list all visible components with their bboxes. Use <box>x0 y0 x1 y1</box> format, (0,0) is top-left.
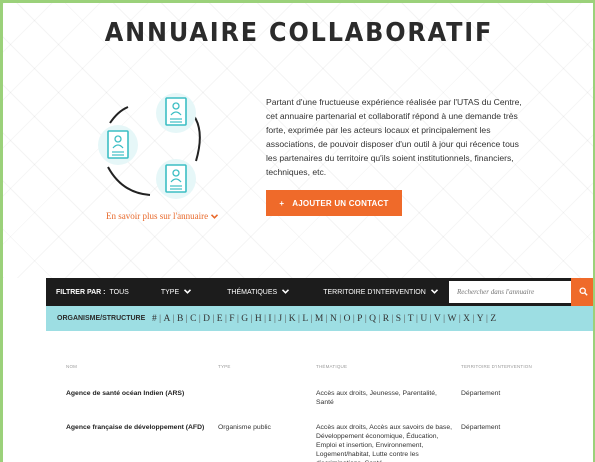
row-territoire: Département <box>461 390 501 397</box>
page: ANNUAIRE COLLABORATIF En savoir plus sur… <box>0 0 595 462</box>
letter-separator: | <box>352 313 356 324</box>
search-icon <box>578 283 588 301</box>
letter-filter-link[interactable]: X <box>463 314 470 324</box>
letter-separator: | <box>224 313 228 324</box>
letter-separator: | <box>339 313 342 324</box>
row-name[interactable]: Agence de santé océan Indien (ARS) <box>66 389 216 398</box>
letter-separator: | <box>264 313 267 324</box>
letter-separator: | <box>443 313 446 324</box>
letter-separator: | <box>159 313 162 324</box>
filter-all-link[interactable]: TOUS <box>110 289 129 296</box>
letter-filter-link[interactable]: # <box>152 314 157 324</box>
letter-filter-link[interactable]: P <box>357 314 363 324</box>
contact-card-icon <box>98 125 138 165</box>
search-box <box>449 281 573 303</box>
letter-separator: | <box>403 313 406 324</box>
letter-filter-link[interactable]: N <box>330 314 337 324</box>
chevron-down-icon <box>184 288 192 296</box>
letter-separator: | <box>198 313 202 324</box>
letter-filter-link[interactable]: T <box>408 314 414 324</box>
letter-separator: | <box>172 313 176 324</box>
search-button[interactable] <box>571 278 593 306</box>
alphabet-filter-bar: ORGANISME/STRUCTURE # | A | B | C | D | E | F | G | H | I |… <box>46 306 593 331</box>
letter-filter-link[interactable]: H <box>255 314 262 324</box>
letter-filter-link[interactable]: B <box>177 314 184 324</box>
letter-separator: | <box>486 313 489 324</box>
description-text: Partant d'une fructueuse expérience réal… <box>266 97 522 177</box>
row-thematique: Accès aux droits, Jeunesse, Parentalité,… <box>316 390 437 406</box>
letter-separator: | <box>212 313 215 324</box>
letter-filter-link[interactable]: J <box>278 314 282 324</box>
alphabet-label: ORGANISME/STRUCTURE <box>57 315 146 322</box>
letter-separator: | <box>325 313 328 324</box>
row-name[interactable]: Agence française de développement (AFD) <box>66 423 216 432</box>
chevron-down-icon <box>430 288 438 296</box>
letter-separator: | <box>391 313 394 324</box>
hero-section: ANNUAIRE COLLABORATIF En savoir plus sur… <box>3 3 593 278</box>
type-dropdown[interactable]: TYPE <box>160 288 192 296</box>
row-type: Organisme public <box>218 424 271 431</box>
type-label: TYPE <box>160 288 180 296</box>
letter-separator: | <box>458 313 462 324</box>
territoire-label: TERRITOIRE D'INTERVENTION <box>323 288 426 296</box>
letter-separator: | <box>284 313 287 324</box>
page-title: ANNUAIRE COLLABORATIF <box>104 18 494 48</box>
letter-separator: | <box>298 313 301 324</box>
alphabet-letters: # | A | B | C | D | E | F | G | H | I | J | K | L | M | N | O | P | Q | R | S |… <box>152 314 497 324</box>
letter-filter-link[interactable]: Z <box>490 314 496 324</box>
letter-filter-link[interactable]: I <box>268 314 272 324</box>
letter-separator: | <box>472 313 475 324</box>
directory-illustration <box>98 93 201 199</box>
letter-separator: | <box>236 313 240 324</box>
search-input[interactable] <box>449 281 573 303</box>
letter-filter-link[interactable]: V <box>434 314 441 324</box>
letter-filter-link[interactable]: E <box>217 314 223 324</box>
letter-filter-link[interactable]: L <box>302 314 308 324</box>
letter-filter-link[interactable]: F <box>229 314 235 324</box>
chevron-down-icon <box>282 288 290 296</box>
row-thematique: Accès aux droits, Accès aux savoirs de b… <box>316 424 453 462</box>
letter-separator: | <box>185 313 189 324</box>
letter-separator: | <box>274 313 277 324</box>
chevron-down-icon <box>211 212 219 221</box>
filter-bar: FILTRER PAR : TOUS TYPE THÉMATIQUES TERR… <box>46 278 593 306</box>
row-territoire: Département <box>461 424 501 431</box>
letter-filter-link[interactable]: D <box>203 314 210 324</box>
letter-filter-link[interactable]: Y <box>477 314 484 324</box>
contact-card-icon <box>156 93 196 133</box>
letter-separator: | <box>310 313 313 324</box>
territoire-dropdown[interactable]: TERRITOIRE D'INTERVENTION <box>323 289 438 296</box>
letter-separator: | <box>378 313 381 324</box>
letter-filter-link[interactable]: O <box>344 314 351 324</box>
add-contact-button[interactable]: + AJOUTER UN CONTACT <box>266 190 402 216</box>
letter-separator: | <box>416 313 419 324</box>
letter-separator: | <box>250 313 253 324</box>
filter-label: FILTRER PAR : <box>56 288 106 296</box>
letter-filter-link[interactable]: Q <box>369 314 376 324</box>
letter-filter-link[interactable]: C <box>190 314 197 324</box>
letter-filter-link[interactable]: R <box>383 314 390 324</box>
contact-card-icon <box>156 159 196 199</box>
column-header-territoire: TERRITOIRE D'INTERVENTION <box>461 364 532 369</box>
letter-separator: | <box>429 313 432 324</box>
thematiques-dropdown[interactable]: THÉMATIQUES <box>227 288 290 296</box>
letter-filter-link[interactable]: W <box>447 314 456 324</box>
column-header-type: TYPE <box>218 364 231 369</box>
column-header-nom: NOM <box>66 364 78 369</box>
plus-icon: + <box>279 198 285 208</box>
letter-filter-link[interactable]: U <box>420 314 427 324</box>
letter-filter-link[interactable]: G <box>241 314 248 324</box>
more-info-link[interactable]: En savoir plus sur l'annuaire <box>106 211 219 221</box>
letter-filter-link[interactable]: M <box>315 314 324 324</box>
directory-table: NOM TYPE THÉMATIQUE TERRITOIRE D'INTERVE… <box>46 331 593 462</box>
letter-filter-link[interactable]: K <box>289 314 296 324</box>
letter-separator: | <box>364 313 368 324</box>
column-header-thematique: THÉMATIQUE <box>316 364 348 369</box>
letter-filter-link[interactable]: S <box>396 314 402 324</box>
more-info-label: En savoir plus sur l'annuaire <box>106 211 209 221</box>
add-contact-label: AJOUTER UN CONTACT <box>292 198 389 208</box>
thematiques-label: THÉMATIQUES <box>227 288 278 296</box>
letter-filter-link[interactable]: A <box>163 314 170 324</box>
